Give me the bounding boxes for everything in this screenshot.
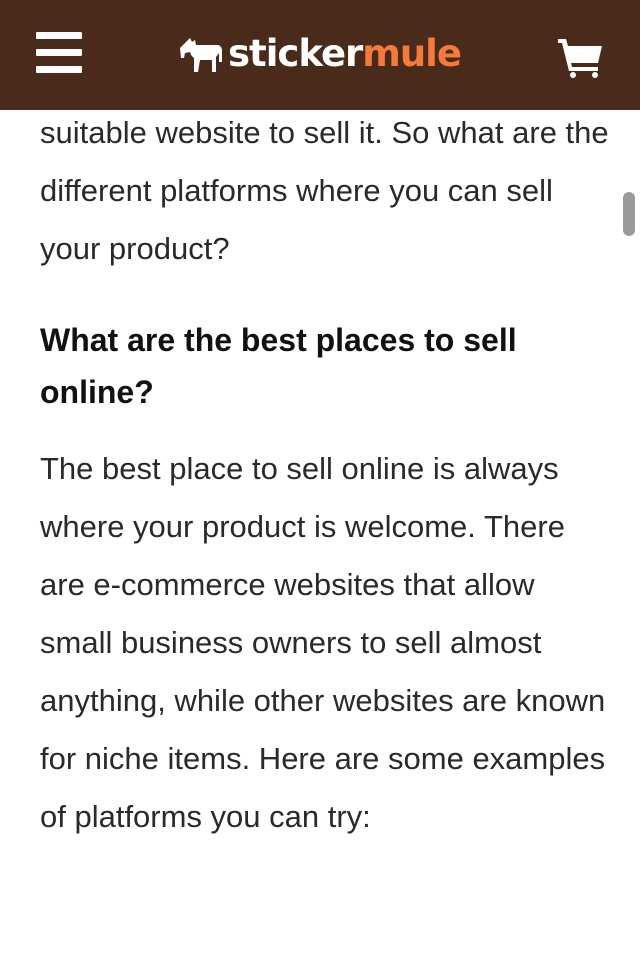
hamburger-menu-icon[interactable] xyxy=(36,32,82,74)
mule-logo-icon xyxy=(180,38,222,72)
page: stickermule suitable website to sell it.… xyxy=(0,0,640,959)
logo-mule-text: mule xyxy=(362,32,462,75)
intro-paragraph: suitable website to sell it. So what are… xyxy=(40,115,609,266)
scrollbar-thumb[interactable] xyxy=(623,192,635,236)
logo-sticker-text: sticker xyxy=(228,32,363,75)
body-paragraph: The best place to sell online is always … xyxy=(40,451,606,834)
sticker-mule-logo[interactable]: stickermule xyxy=(178,28,462,80)
section-heading: What are the best places to sell online? xyxy=(40,322,517,410)
logo-wordmark: stickermule xyxy=(228,28,462,80)
menu-bar-top xyxy=(36,32,82,39)
article-content: suitable website to sell it. So what are… xyxy=(40,104,610,846)
menu-bar-middle xyxy=(36,49,82,56)
menu-bar-bottom xyxy=(36,66,82,73)
site-header: stickermule xyxy=(0,0,640,110)
shopping-cart-icon[interactable] xyxy=(556,36,604,78)
